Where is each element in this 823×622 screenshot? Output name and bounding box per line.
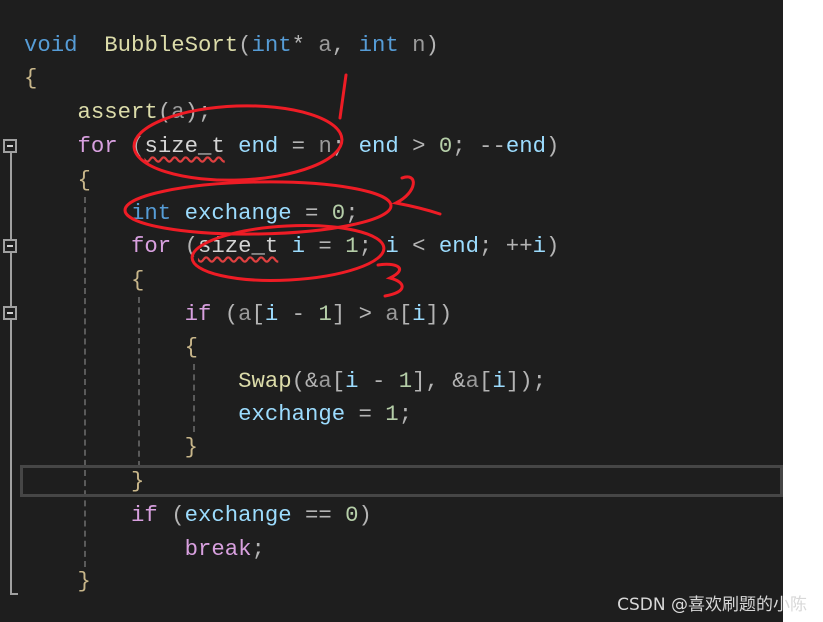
annotation-circle-1 xyxy=(132,104,344,182)
annotation-number-3 xyxy=(376,262,404,298)
annotation-number-1 xyxy=(338,73,348,120)
handwritten-annotations xyxy=(123,73,442,298)
watermark: CSDN @喜欢刷题的小陈 xyxy=(617,595,807,615)
annotation-number-2 xyxy=(391,175,442,216)
annotation-circle-3 xyxy=(190,224,386,282)
